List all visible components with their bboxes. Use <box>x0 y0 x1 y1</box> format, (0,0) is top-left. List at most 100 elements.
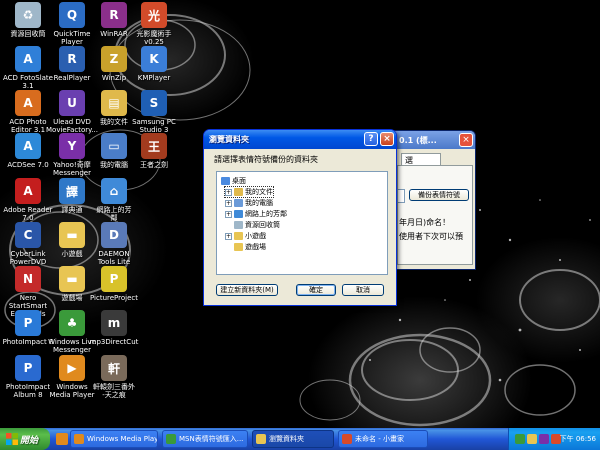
recycle-bin-icon: ♻ <box>15 2 41 28</box>
recycle-bin-icon <box>234 221 243 229</box>
desktop-icon-label: 軒轅劍三番外 -天之痕 <box>93 383 135 399</box>
quicklaunch-media-icon[interactable] <box>56 433 68 445</box>
dialog-titlebar[interactable]: 瀏覽資料夾 ? × <box>204 130 396 149</box>
kmplayer-icon: K <box>141 46 167 72</box>
winrar-icon: R <box>101 2 127 28</box>
windows-flag-icon <box>6 433 18 445</box>
desktop-icon-label: 光影魔術手 v0.25 <box>136 30 172 46</box>
game-sword-icon: 王 <box>141 133 167 159</box>
ok-button[interactable]: 確定 <box>296 284 336 296</box>
mp3directcut-icon: m <box>101 310 127 336</box>
help-icon[interactable]: ? <box>364 132 378 146</box>
desktop-icon-7[interactable]: K KMPlayer <box>128 46 180 82</box>
daemon-tools-icon: D <box>101 222 127 248</box>
acd-photo-editor-icon: A <box>15 90 41 116</box>
background-window-text-1: 年月日)命名！ <box>399 218 451 227</box>
taskbar-button-label: MSN表情符號匯入... <box>179 435 244 443</box>
folder-icon <box>234 243 243 251</box>
taskbar-button-label: 未命名 - 小畫家 <box>355 435 404 443</box>
msn-tray-icon[interactable] <box>515 434 525 444</box>
tree-item[interactable]: 桌面 <box>221 176 246 186</box>
start-button[interactable]: 開始 <box>0 428 50 450</box>
tree-item[interactable]: + 網路上的芳鄰 <box>225 209 287 219</box>
tree-item-label: 我的電腦 <box>245 199 273 207</box>
game-xuanyuan-icon: 軒 <box>101 355 127 381</box>
network-places-icon <box>234 210 243 218</box>
taskbar-button[interactable]: 瀏覽資料夾 <box>252 430 334 448</box>
taskbar-button[interactable]: 未命名 - 小畫家 <box>338 430 428 448</box>
folder-browse-icon <box>256 434 266 444</box>
desktop-icon-34[interactable]: 軒軒轅劍三番外 -天之痕 <box>88 355 140 399</box>
desktop-icon-3[interactable]: 光光影魔術手 v0.25 <box>128 2 180 46</box>
folder-icon <box>234 232 243 240</box>
photoimpact-album-icon: P <box>15 355 41 381</box>
photo-magic-icon: 光 <box>141 2 167 28</box>
taskbar-button-label: 瀏覽資料夾 <box>269 435 304 443</box>
media-player-icon <box>74 434 84 444</box>
cancel-button[interactable]: 取消 <box>342 284 384 296</box>
tree-item[interactable]: + 我的電腦 <box>225 198 273 208</box>
expand-icon[interactable]: + <box>225 232 232 240</box>
ulead-dvd-icon: U <box>59 90 85 116</box>
new-folder-button[interactable]: 建立新資料夾(M) <box>216 284 278 296</box>
desktop-icon-label: 王者之劍 <box>140 161 168 169</box>
desktop-icon-15[interactable]: 王王者之劍 <box>128 133 180 169</box>
folder-icon: ▬ <box>59 222 85 248</box>
desktop-icon-18[interactable]: ⌂ 網路上的芳 鄰 <box>88 178 140 222</box>
taskbar: 開始 Windows Media Player MSN表情符號匯入... 瀏覽資料夾… <box>0 428 600 450</box>
folder-icon: ▬ <box>59 266 85 292</box>
photoimpact-icon: P <box>15 310 41 336</box>
browse-folder-dialog[interactable]: 瀏覽資料夾 ? × 請選擇表情符號備份的資料夾 桌面 + 我的文件 + 我的電腦 + 網路上… <box>203 129 397 306</box>
tree-item[interactable]: 資源回收筒 <box>225 220 280 230</box>
adobe-reader-icon: A <box>15 178 41 204</box>
tree-item[interactable]: + 小遊戲 <box>225 231 266 241</box>
backup-emoticons-button[interactable]: 備份表情符號 <box>409 189 469 201</box>
desktop-icon-label: mp3DirectCut <box>89 338 139 346</box>
dialog-title: 瀏覽資料夾 <box>209 135 249 144</box>
expand-icon[interactable]: + <box>225 210 232 218</box>
my-documents-icon: ▤ <box>101 90 127 116</box>
taskbar-button[interactable]: MSN表情符號匯入... <box>162 430 248 448</box>
pictureproject-icon: P <box>101 266 127 292</box>
tree-item-label: 小遊戲 <box>245 232 266 240</box>
folder-tree[interactable]: 桌面 + 我的文件 + 我的電腦 + 網路上的芳鄰 資源回收筒 + 小遊戲 遊戲場 <box>216 171 388 275</box>
nero-icon: N <box>15 266 41 292</box>
expand-icon[interactable]: + <box>225 188 232 196</box>
samsung-pc-studio-icon: S <box>141 90 167 116</box>
background-window-panel <box>397 165 473 265</box>
desktop-icon-label: Samsung PC Studio 3 <box>132 118 176 134</box>
tree-item-label: 遊戲場 <box>245 243 266 251</box>
acd-fotoslate-icon: A <box>15 46 41 72</box>
tree-item[interactable]: 遊戲場 <box>225 242 266 252</box>
desktop-icon-26[interactable]: P PictureProject <box>88 266 140 302</box>
desktop-icon-30[interactable]: m mp3DirectCut <box>88 310 140 346</box>
tree-item[interactable]: + 我的文件 <box>224 186 274 198</box>
taskbar-button[interactable]: Windows Media Player <box>70 430 158 448</box>
desktop-icon-22[interactable]: D DAEMON Tools Lite <box>88 222 140 266</box>
dialog-prompt: 請選擇表情符號備份的資料夾 <box>214 155 318 164</box>
close-icon[interactable]: × <box>380 132 394 146</box>
dictionary-icon: 譯 <box>59 178 85 204</box>
yahoo-tray-icon[interactable] <box>539 434 549 444</box>
close-icon[interactable]: × <box>459 133 473 147</box>
live-messenger-icon: ♣ <box>59 310 85 336</box>
desktop-icon <box>221 177 230 185</box>
taskbar-button-label: Windows Media Player <box>87 435 158 443</box>
my-documents-icon <box>234 188 243 196</box>
background-window-field[interactable] <box>397 189 405 203</box>
desktop-icon-11[interactable]: S Samsung PC Studio 3 <box>128 90 180 134</box>
tray-icon[interactable] <box>527 434 537 444</box>
my-computer-icon <box>234 199 243 207</box>
desktop-icon-label: PictureProject <box>89 294 139 302</box>
network-places-icon: ⌂ <box>101 178 127 204</box>
my-computer-icon: ▭ <box>101 133 127 159</box>
expand-icon[interactable]: + <box>225 199 232 207</box>
background-window-title: 0.1 (標... <box>399 136 437 145</box>
start-label: 開始 <box>20 436 39 446</box>
powerdvd-icon: C <box>15 222 41 248</box>
clock[interactable]: 下午 06:56 <box>560 434 596 444</box>
winzip-icon: Z <box>101 46 127 72</box>
realplayer-icon: R <box>59 46 85 72</box>
desktop-icon-label: KMPlayer <box>137 74 171 82</box>
